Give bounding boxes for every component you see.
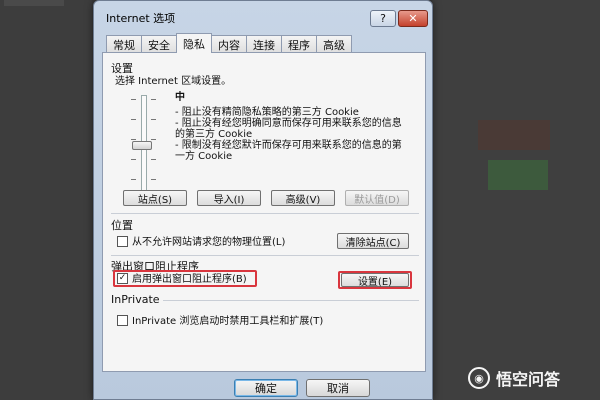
tab-advanced[interactable]: 高级 xyxy=(316,35,352,53)
background-element xyxy=(488,160,548,190)
settings-subtitle: 选择 Internet 区域设置。 xyxy=(115,76,232,87)
slider-tick xyxy=(131,159,136,160)
background-element xyxy=(478,120,550,150)
slider-tick xyxy=(151,179,156,180)
watermark-text: 悟空问答 xyxy=(496,370,561,389)
import-button[interactable]: 导入(I) xyxy=(197,190,261,206)
tab-general[interactable]: 常规 xyxy=(106,35,142,53)
privacy-slider-track[interactable] xyxy=(141,95,147,205)
settings-heading: 设置 xyxy=(111,62,133,75)
privacy-desc-line: - 限制没有经您默许而保存可用来联系您的信息的第 xyxy=(175,140,402,151)
slider-tick xyxy=(131,179,136,180)
cancel-button[interactable]: 取消 xyxy=(306,379,370,397)
window-title: Internet 选项 xyxy=(106,12,176,25)
location-checkbox[interactable] xyxy=(117,236,128,247)
slider-tick xyxy=(151,99,156,100)
popup-settings-button[interactable]: 设置(E) xyxy=(341,273,409,288)
sites-button[interactable]: 站点(S) xyxy=(123,190,187,206)
inprivate-checkbox[interactable] xyxy=(117,315,128,326)
slider-tick xyxy=(151,119,156,120)
privacy-level: 中 xyxy=(175,92,185,103)
background-right xyxy=(432,0,600,400)
location-checkbox-label: 从不允许网站请求您的物理位置(L) xyxy=(132,237,286,248)
tab-privacy[interactable]: 隐私 xyxy=(176,33,212,53)
help-icon: ? xyxy=(380,12,386,25)
slider-tick xyxy=(131,139,136,140)
slider-tick xyxy=(131,99,136,100)
slider-tick xyxy=(151,159,156,160)
wukong-logo-icon: ◉ xyxy=(468,367,490,389)
slider-tick xyxy=(151,139,156,140)
tab-security[interactable]: 安全 xyxy=(141,35,177,53)
tab-bar: 常规 安全 隐私 内容 连接 程序 高级 xyxy=(106,33,352,53)
inprivate-heading: InPrivate xyxy=(111,293,160,306)
divider xyxy=(111,213,419,214)
close-icon: ✕ xyxy=(408,12,418,25)
slider-tick xyxy=(131,119,136,120)
privacy-desc-line: - 阻止没有经您明确同意而保存可用来联系您的信息 xyxy=(175,118,402,129)
background-left xyxy=(0,0,92,400)
help-button[interactable]: ? xyxy=(370,10,396,27)
popup-blocker-checkbox[interactable]: ✓ xyxy=(117,273,128,284)
inprivate-checkbox-label: InPrivate 浏览启动时禁用工具栏和扩展(T) xyxy=(132,316,324,327)
tab-programs[interactable]: 程序 xyxy=(281,35,317,53)
background-element xyxy=(4,0,64,6)
popup-blocker-label: 启用弹出窗口阻止程序(B) xyxy=(132,274,247,285)
tab-content[interactable]: 内容 xyxy=(211,35,247,53)
internet-options-dialog: Internet 选项 ? ✕ 常规 安全 隐私 内容 连接 程序 高级 设置 … xyxy=(93,0,433,400)
privacy-desc-line: - 阻止没有精简隐私策略的第三方 Cookie xyxy=(175,107,359,118)
close-button[interactable]: ✕ xyxy=(398,10,428,27)
privacy-desc-line: 的第三方 Cookie xyxy=(175,129,253,140)
tab-connections[interactable]: 连接 xyxy=(246,35,282,53)
titlebar: Internet 选项 ? ✕ xyxy=(94,1,432,31)
privacy-slider-thumb[interactable] xyxy=(132,141,152,150)
privacy-panel: 设置 选择 Internet 区域设置。 中 - 阻止没有精简隐私策略的第三方 … xyxy=(102,52,426,372)
divider xyxy=(111,255,419,256)
privacy-desc-line: 一方 Cookie xyxy=(175,151,233,162)
ok-button[interactable]: 确定 xyxy=(234,379,298,397)
watermark: ◉ 悟空问答 xyxy=(468,365,560,391)
clear-sites-button[interactable]: 清除站点(C) xyxy=(337,233,409,249)
advanced-button[interactable]: 高级(V) xyxy=(271,190,335,206)
divider xyxy=(163,300,419,301)
default-button[interactable]: 默认值(D) xyxy=(345,190,409,206)
location-heading: 位置 xyxy=(111,219,133,232)
